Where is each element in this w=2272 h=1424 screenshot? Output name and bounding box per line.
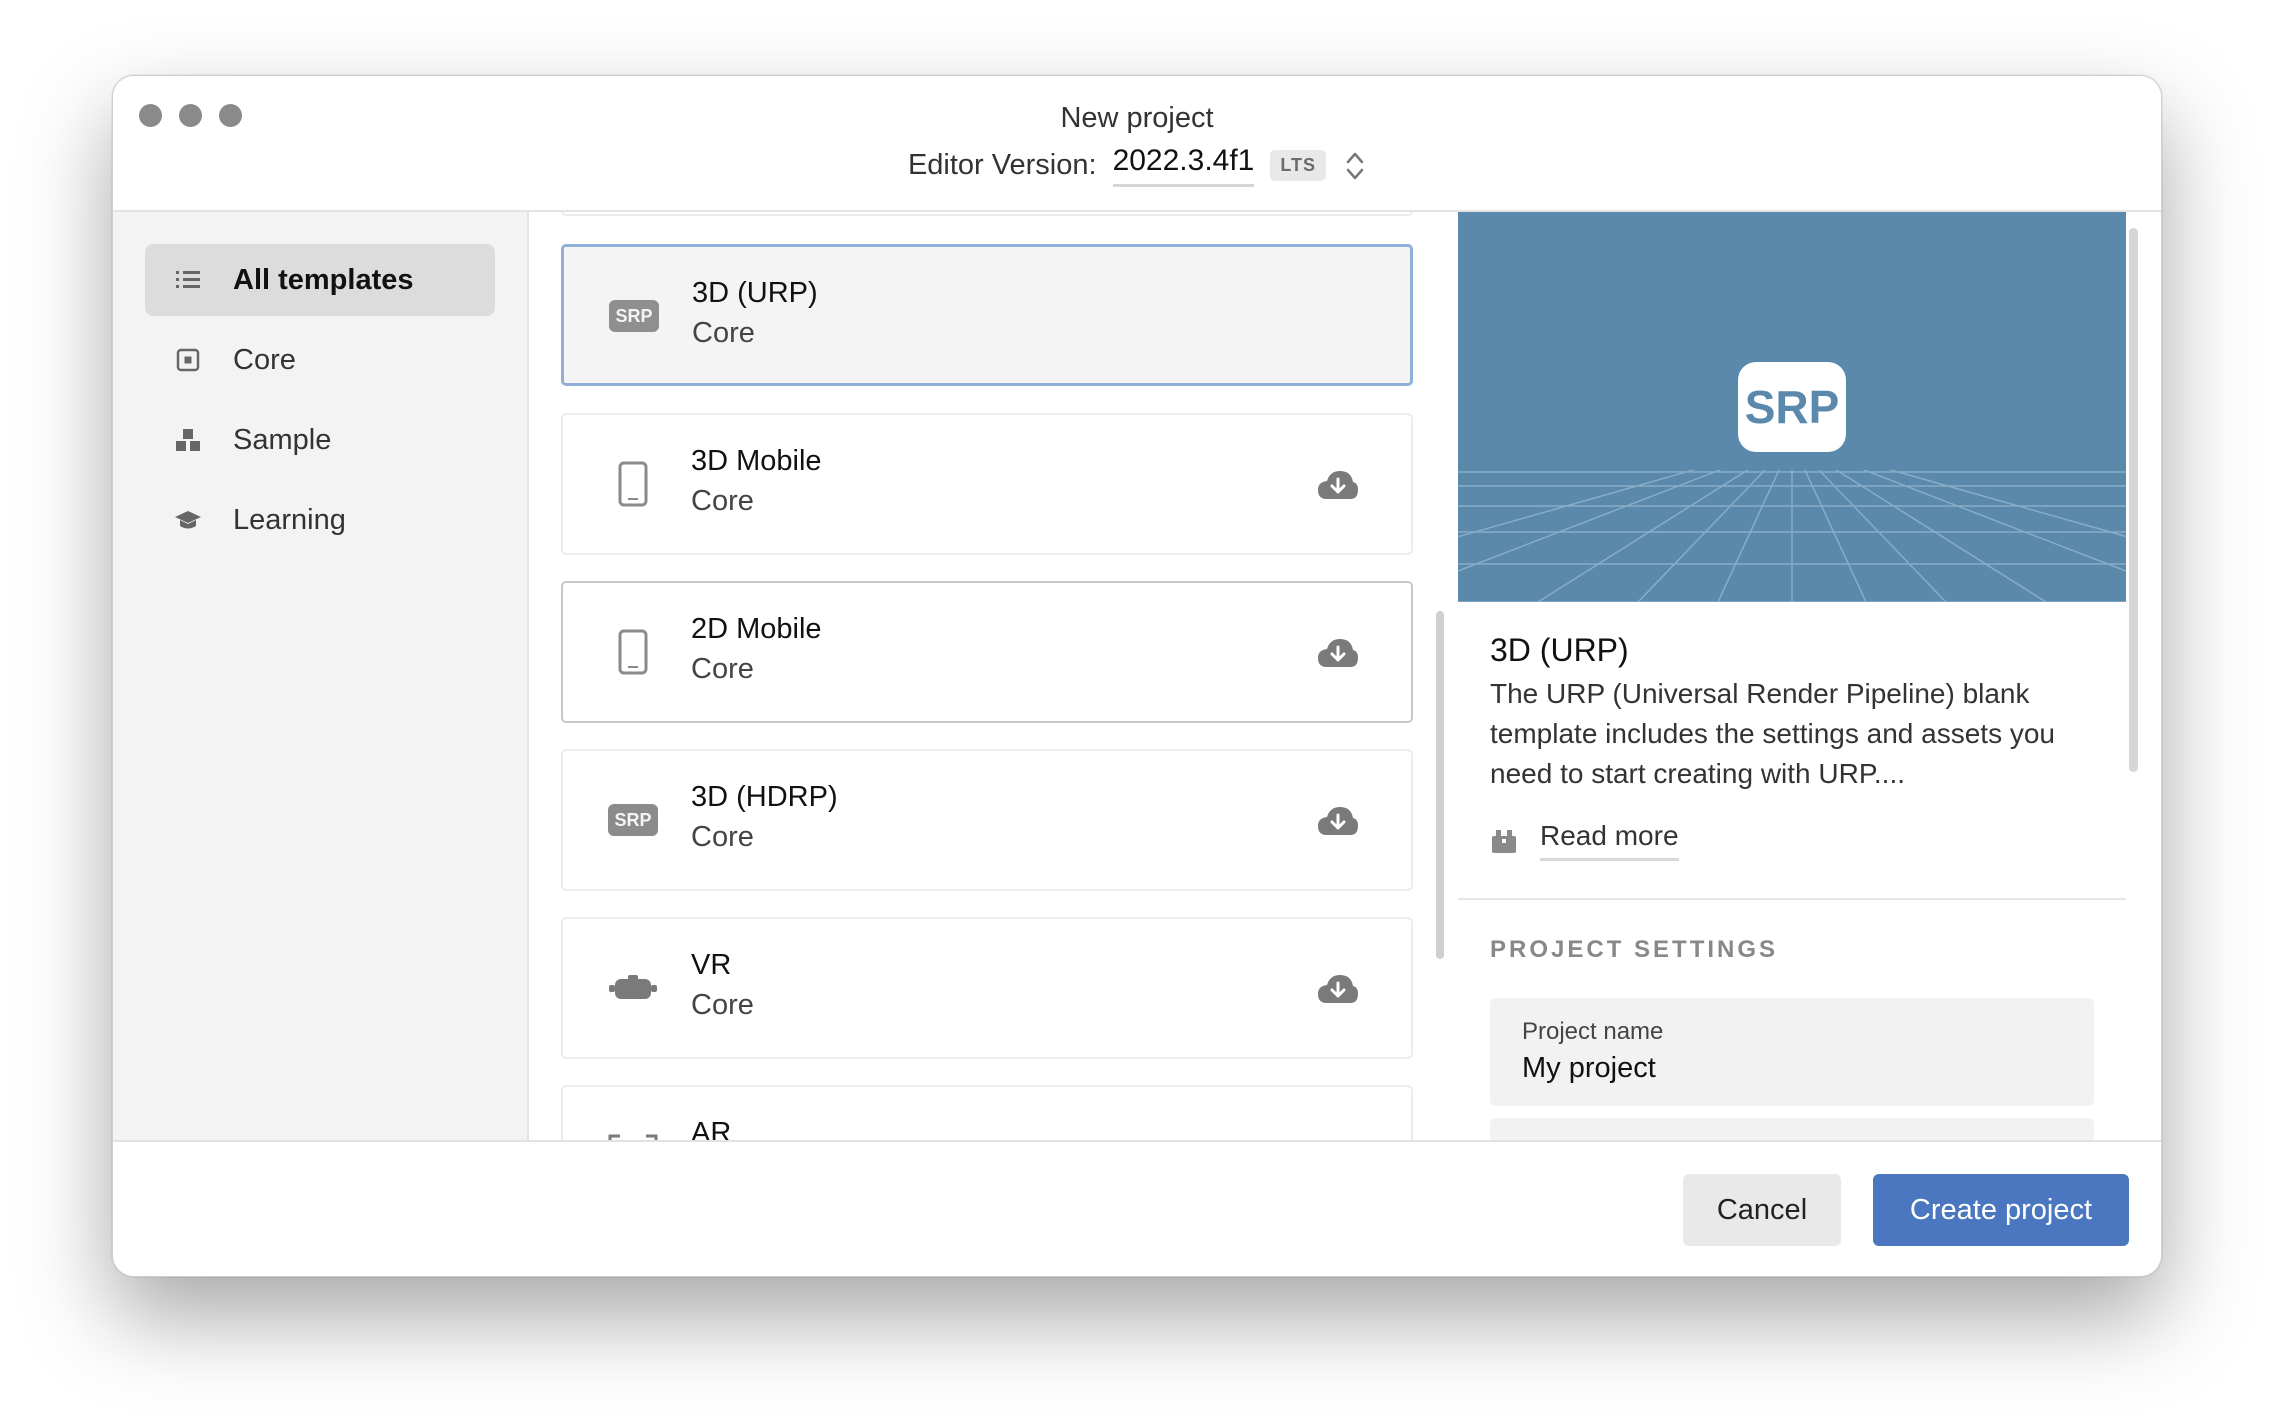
cancel-button[interactable]: Cancel [1683, 1174, 1841, 1246]
template-preview-image: SRP [1458, 212, 2126, 602]
package-icon [1492, 829, 1516, 853]
template-card-vr[interactable]: VR Core [561, 917, 1413, 1059]
vr-headset-icon [607, 965, 659, 1011]
create-project-button[interactable]: Create project [1873, 1174, 2129, 1246]
sidebar-item-label: All templates [233, 263, 414, 296]
read-more-label: Read more [1540, 820, 1679, 861]
sidebar: All templates Core Sample Learning [113, 212, 529, 1140]
editor-version-label: Editor Version: [907, 149, 1097, 181]
details-scrollbar[interactable] [2129, 228, 2138, 772]
project-name-input[interactable]: My project [1522, 1052, 1656, 1085]
list-icon [173, 265, 203, 295]
lts-badge: LTS [1270, 150, 1327, 181]
project-name-label: Project name [1522, 1018, 1664, 1045]
editor-version-row: Editor Version: 2022.3.4f1 LTS [113, 144, 2161, 187]
srp-logo: SRP [1738, 362, 1846, 452]
project-name-field[interactable]: Project name My project [1490, 998, 2094, 1106]
title-bar: New project Editor Version: 2022.3.4f1 L… [113, 76, 2161, 212]
square-dot-icon [173, 345, 203, 375]
template-card-ar[interactable]: AR [561, 1085, 1413, 1140]
read-more-link[interactable]: Read more [1490, 820, 1679, 861]
chevron-up-down-icon[interactable] [1344, 149, 1366, 183]
editor-version-select[interactable]: 2022.3.4f1 [1112, 144, 1255, 187]
cloud-download-icon[interactable] [1317, 637, 1359, 671]
sidebar-item-learning[interactable]: Learning [145, 484, 495, 556]
detail-description: The URP (Universal Render Pipeline) blan… [1490, 678, 2056, 789]
sidebar-item-core[interactable]: Core [145, 324, 495, 396]
divider [1458, 898, 2126, 900]
list-item-partial [561, 212, 1413, 216]
sidebar-item-sample[interactable]: Sample [145, 404, 495, 476]
template-card-2d-mobile[interactable]: 2D Mobile Core [561, 581, 1413, 723]
template-card-3d-hdrp[interactable]: SRP 3D (HDRP) Core [561, 749, 1413, 891]
sidebar-item-all-templates[interactable]: All templates [145, 244, 495, 316]
template-title: VR [691, 949, 732, 981]
location-field-partial[interactable] [1490, 1118, 2094, 1140]
ar-frame-icon [607, 1131, 659, 1140]
mobile-phone-icon [607, 461, 659, 507]
template-title: 3D (URP) [692, 277, 818, 309]
template-category: Core [691, 653, 754, 685]
template-details: SRP 3D (URP) The URP (Universal Render P… [1458, 212, 2161, 1140]
sidebar-item-label: Sample [233, 423, 332, 456]
detail-title: 3D (URP) [1490, 632, 1629, 668]
blocks-icon [173, 425, 203, 455]
template-title: AR [691, 1117, 732, 1140]
mobile-phone-icon [607, 629, 659, 675]
template-title: 2D Mobile [691, 613, 822, 645]
template-category: Core [691, 485, 754, 517]
template-category: Core [691, 989, 754, 1021]
template-card-3d-urp[interactable]: SRP 3D (URP) Core [561, 244, 1413, 386]
dialog-footer: Cancel Create project [113, 1140, 2161, 1276]
template-list-scrollbar[interactable] [1436, 611, 1444, 959]
project-settings-heading: PROJECT SETTINGS [1490, 936, 1779, 963]
cloud-download-icon[interactable] [1317, 973, 1359, 1007]
sidebar-item-label: Core [233, 343, 296, 376]
template-title: 3D Mobile [691, 445, 822, 477]
template-category: Core [692, 317, 755, 349]
srp-icon: SRP [608, 293, 660, 339]
srp-icon: SRP [607, 797, 659, 843]
template-list[interactable]: SRP 3D (URP) Core 3D Mobile Core 2D Mobi… [529, 212, 1473, 1140]
template-category: Core [691, 821, 754, 853]
sidebar-item-label: Learning [233, 503, 346, 536]
template-title: 3D (HDRP) [691, 781, 838, 813]
window-title: New project [1060, 102, 1214, 134]
cloud-download-icon[interactable] [1317, 469, 1359, 503]
new-project-window: New project Editor Version: 2022.3.4f1 L… [112, 75, 2162, 1277]
template-card-3d-mobile[interactable]: 3D Mobile Core [561, 413, 1413, 555]
graduation-cap-icon [173, 505, 203, 535]
cloud-download-icon[interactable] [1317, 805, 1359, 839]
